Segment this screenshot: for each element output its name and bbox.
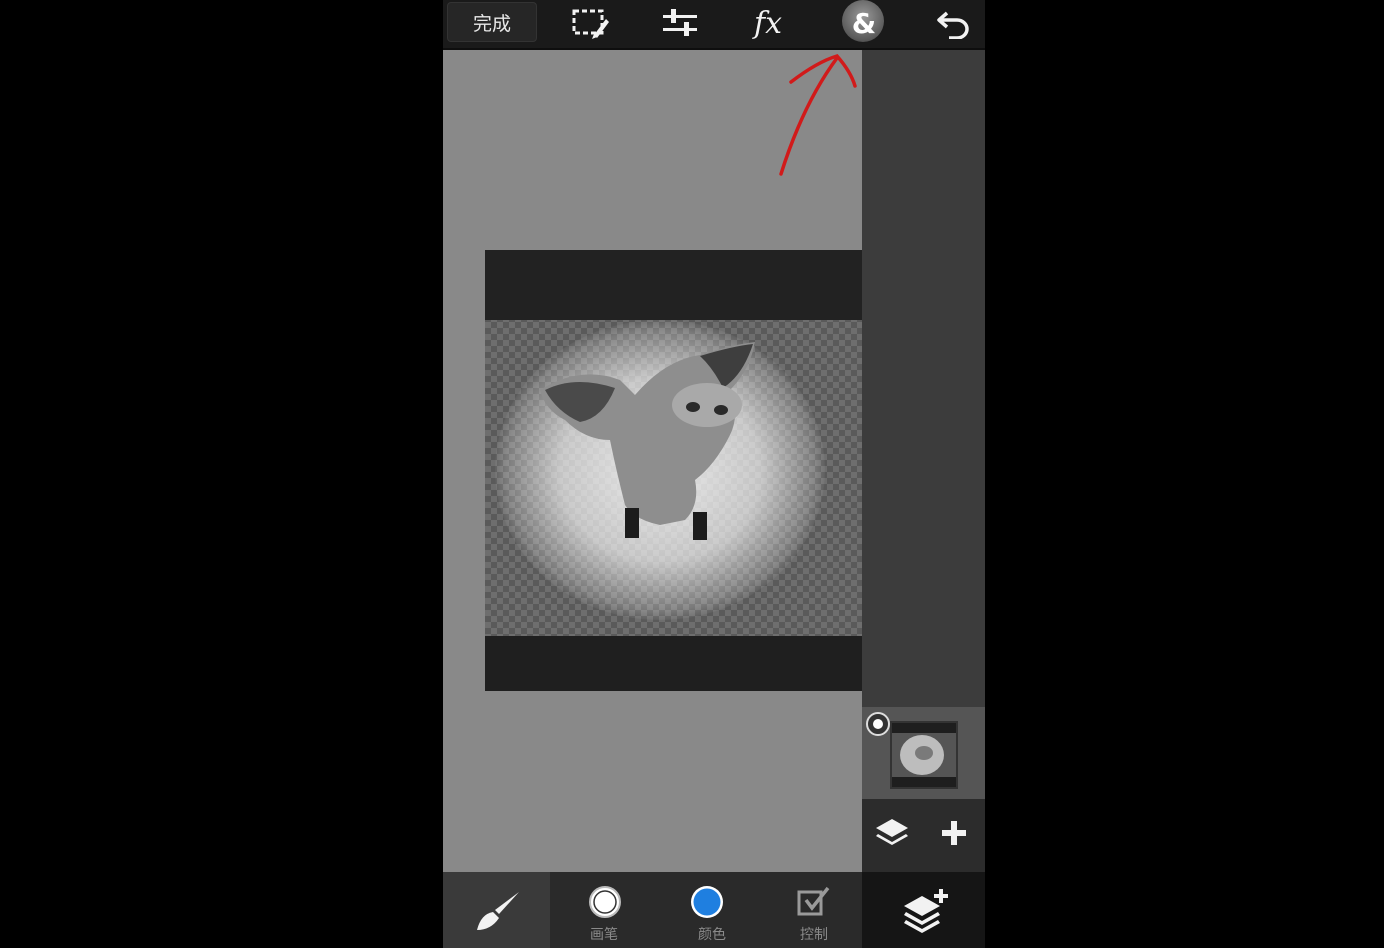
blend-mode-button[interactable]: & [838,0,890,46]
selection-icon [572,9,609,39]
layer-item[interactable] [862,707,985,799]
artwork-image[interactable] [485,250,862,691]
ampersand-icon: & [851,6,877,40]
layer-actions [862,799,985,872]
undo-button[interactable] [927,0,981,46]
brush-tool-button[interactable] [443,872,550,948]
control-button[interactable]: 控制 [766,872,862,948]
layer-properties-button[interactable] [874,817,910,855]
brush-icon [477,892,519,930]
layers-panel-empty [862,50,985,707]
layer-thumbnail-image [892,723,956,787]
adjustments-button[interactable] [651,0,709,46]
undo-icon [937,11,969,39]
selection-tool-button[interactable] [561,0,619,46]
top-toolbar: 完成 fx & [443,0,985,50]
layers-toggle-button[interactable] [862,872,985,948]
color-swatch-icon [691,886,723,918]
brush-settings-button[interactable]: 画笔 [550,872,658,948]
sliders-icon [663,9,697,36]
color-label: 颜色 [698,927,726,943]
brush-size-icon [589,886,621,918]
annotation-arrow [779,53,857,176]
control-label: 控制 [800,927,828,943]
layers-panel [862,50,985,872]
done-button[interactable]: 完成 [447,2,537,42]
color-picker-button[interactable]: 颜色 [658,872,766,948]
layers-stack-icon [876,819,908,845]
checkbox-icon [797,886,830,916]
plus-icon [942,821,966,845]
app-window: 完成 fx & 画笔 颜色 控制 [443,0,985,948]
layer-select-radio[interactable] [866,712,890,736]
add-layers-icon [904,889,948,933]
brush-settings-label: 画笔 [590,927,618,943]
pig-photo [485,250,862,691]
bottom-toolbar: 画笔 颜色 控制 [443,872,985,948]
add-layer-button[interactable] [940,819,968,851]
layer-thumbnail[interactable] [890,721,958,789]
canvas-area[interactable] [443,50,862,872]
effects-button[interactable]: fx [739,0,797,46]
